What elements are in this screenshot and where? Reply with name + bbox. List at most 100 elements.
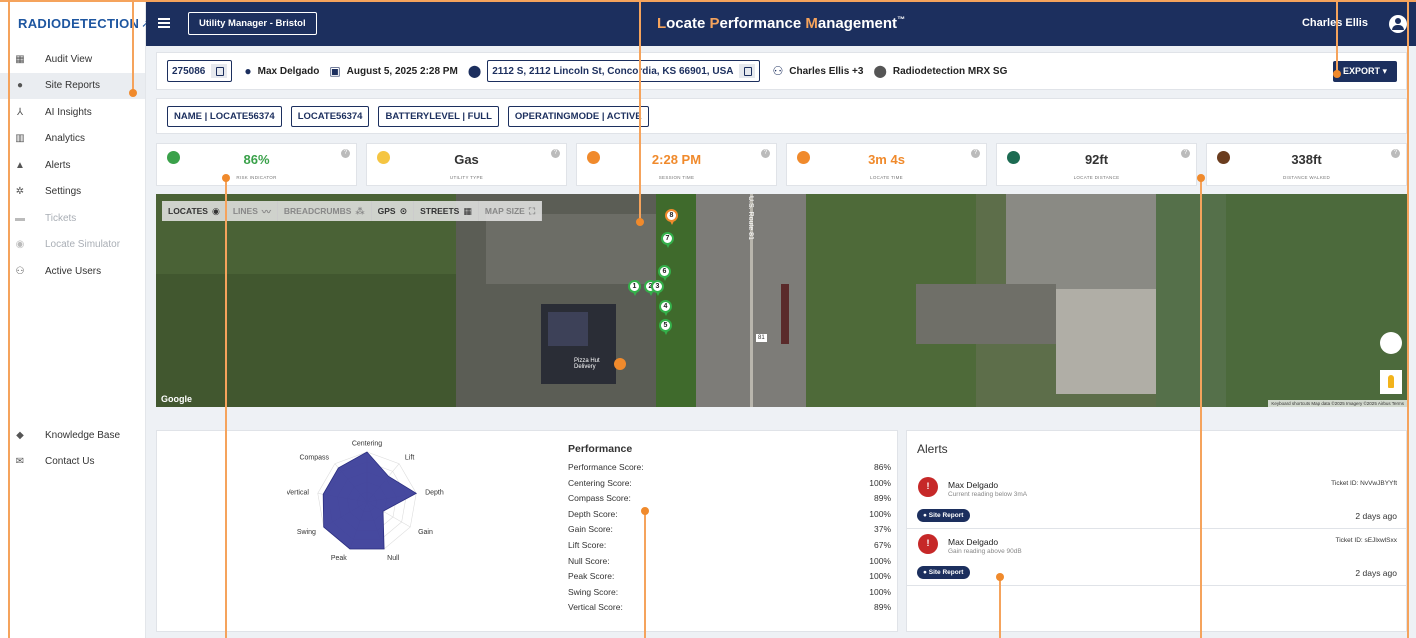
site-report-button[interactable]: ● Site Report [917, 509, 971, 522]
sidebar-item-knowledge-base[interactable]: ◆ Knowledge Base [0, 422, 145, 449]
stat-value: Gas [454, 152, 479, 167]
copy-address-icon[interactable] [739, 64, 756, 78]
locate-pin-4[interactable]: 4 [659, 300, 672, 316]
brand-name: RADIODETECTION [18, 15, 140, 31]
stat-label: LOCATE DISTANCE [1073, 175, 1120, 180]
menu-icon[interactable] [158, 18, 170, 28]
users-icon: ⚇ [772, 64, 784, 78]
sidebar-item-label: AI Insights [45, 106, 92, 118]
help-icon[interactable]: ? [761, 149, 770, 158]
datetime-info: ▣ August 5, 2025 2:28 PM [329, 64, 458, 78]
radar-axis-label: Peak [331, 555, 347, 562]
export-button[interactable]: EXPORT ▾ [1332, 61, 1397, 82]
performance-scores: Performance Score: 86% Centering Score: 100… [568, 462, 891, 618]
help-icon[interactable]: ? [1181, 149, 1190, 158]
sidebar-item-label: Alerts [45, 159, 71, 171]
stat-value: 86% [243, 152, 270, 167]
locate-pin-6[interactable]: 6 [658, 265, 671, 281]
help-icon[interactable]: ? [1391, 149, 1400, 158]
sidebar-item-settings[interactable]: ✲ Settings [0, 179, 145, 206]
session-tag: OPERATINGMODE | ACTIVE [507, 105, 649, 127]
poi-marker-icon[interactable] [614, 358, 626, 370]
street-view-pegman-icon[interactable] [1380, 370, 1402, 394]
sidebar-item-label: Settings [45, 186, 82, 198]
title-part-3: P [709, 15, 720, 32]
session-address: 2112 S, 2112 Lincoln St, Concordia, KS 6… [492, 65, 734, 77]
trademark: ™ [897, 15, 906, 24]
map-toolbar: LOCATES ◉ LINES 〰 BREADCRUMBS ⁂ GPS ⊙ STREETS ▦ MA… [162, 201, 543, 221]
brand-logo[interactable]: RADIODETECTION➚ [0, 0, 150, 46]
alerts-title: Alerts [917, 442, 948, 456]
session-time-card: 2:28 PM SESSION TIME? [576, 143, 777, 186]
user-account-icon[interactable] [1389, 15, 1407, 33]
performance-title: Performance [568, 443, 633, 455]
sidebar-item-alerts[interactable]: ▲ Alerts [0, 152, 145, 179]
sidebar-item-label: Audit View [45, 53, 93, 65]
site-report-button[interactable]: ● Site Report [917, 566, 971, 579]
locate-pin-8[interactable]: 8 [665, 209, 678, 225]
map-toggle-lines[interactable]: LINES 〰 [227, 201, 278, 221]
score-label: Depth Score: [568, 508, 618, 519]
sidebar-item-tickets[interactable]: ▬ Tickets [0, 205, 145, 232]
utility-manager-button[interactable]: Utility Manager - Bristol [188, 11, 317, 35]
sidebar-item-label: Contact Us [45, 456, 95, 468]
stat-value: 338ft [1291, 152, 1322, 167]
locate-pin-7[interactable]: 7 [661, 232, 674, 248]
alert-ticket-id[interactable]: Ticket ID: sEJlxwlSxx [1335, 537, 1397, 544]
site-map[interactable]: LOCATES ◉ LINES 〰 BREADCRUMBS ⁂ GPS ⊙ STREETS ▦ MA… [156, 194, 1407, 407]
map-toggle-map-size[interactable]: MAP SIZE ⛶ [479, 201, 543, 221]
help-icon[interactable]: ? [971, 149, 980, 158]
radar-axis-label: Depth [425, 489, 444, 496]
sidebar-item-ai-insights[interactable]: ⅄ AI Insights [0, 99, 145, 126]
help-icon[interactable]: ? [341, 149, 350, 158]
title-part-5: M [805, 15, 818, 32]
locate-pin-3[interactable]: 3 [651, 280, 664, 296]
score-value: 89% [873, 493, 891, 504]
alert-ticket-id[interactable]: Ticket ID: NvVwJBYYft [1331, 480, 1397, 487]
map-toggle-locates[interactable]: LOCATES ◉ [162, 201, 227, 221]
distance-walked-card: 338ft DISTANCE WALKED? [1206, 143, 1407, 186]
performance-row: Vertical Score: 89% [568, 602, 891, 618]
alert-user: Max Delgado [948, 480, 999, 490]
map-fullscreen-icon[interactable] [1380, 332, 1402, 354]
location-pin-icon: ● [16, 80, 24, 92]
map-toggle-icon: 〰 [261, 206, 271, 217]
score-value: 100% [869, 508, 891, 519]
map-toggle-streets[interactable]: STREETS ▦ [414, 201, 479, 221]
device-icon: ⬤ [873, 64, 887, 78]
google-logo: Google [161, 394, 192, 404]
sidebar-item-audit-view[interactable]: ▦ Audit View [0, 46, 145, 73]
locate-pin-5[interactable]: 5 [659, 319, 672, 335]
score-value: 100% [869, 571, 891, 582]
copy-icon[interactable] [211, 64, 228, 78]
performance-row: Depth Score: 100% [568, 509, 891, 525]
team-info[interactable]: ⚇ Charles Ellis +3 [772, 64, 863, 78]
sidebar-item-locate-simulator[interactable]: ◉ Locate Simulator [0, 232, 145, 259]
map-toggle-gps[interactable]: GPS ⊙ [372, 201, 415, 221]
address-chip: 2112 S, 2112 Lincoln St, Concordia, KS 6… [487, 60, 761, 82]
score-label: Peak Score: [568, 571, 615, 582]
user-name[interactable]: Charles Ellis [1302, 17, 1368, 29]
alert-time: 2 days ago [1355, 568, 1397, 578]
performance-radar-chart: Centering Lift Depth Gain Null Peak Swing Verti… [287, 441, 444, 562]
tags-bar: NAME | LOCATE56374 LOCATE56374 BATTERYLEVE… [156, 98, 1407, 134]
stat-value: 92ft [1084, 152, 1109, 167]
satellite-imagery [156, 194, 1407, 407]
score-value: 89% [873, 602, 891, 613]
map-toggle-breadcrumbs[interactable]: BREADCRUMBS ⁂ [278, 201, 372, 221]
graduation-cap-icon: ◆ [16, 429, 24, 441]
bar-chart-icon: ▥ [15, 133, 25, 145]
locate-pin-1[interactable]: 1 [628, 280, 641, 296]
sidebar-item-label: Active Users [45, 265, 102, 277]
sidebar-item-analytics[interactable]: ▥ Analytics [0, 126, 145, 153]
sidebar-item-label: Site Reports [45, 80, 101, 92]
title-part-2: ocate [666, 15, 710, 32]
users-icon: ⚇ [15, 265, 25, 277]
map-terms[interactable]: Keyboard shortcuts Map data ©2025 Imager… [1268, 400, 1407, 407]
sidebar-item-site-reports[interactable]: ● Site Reports [0, 72, 145, 99]
sidebar-item-contact-us[interactable]: ✉ Contact Us [0, 449, 145, 476]
help-icon[interactable]: ? [551, 149, 560, 158]
radar-axis-label: Gain [418, 529, 433, 536]
performance-row: Null Score: 100% [568, 556, 891, 572]
sidebar-item-active-users[interactable]: ⚇ Active Users [0, 258, 145, 285]
